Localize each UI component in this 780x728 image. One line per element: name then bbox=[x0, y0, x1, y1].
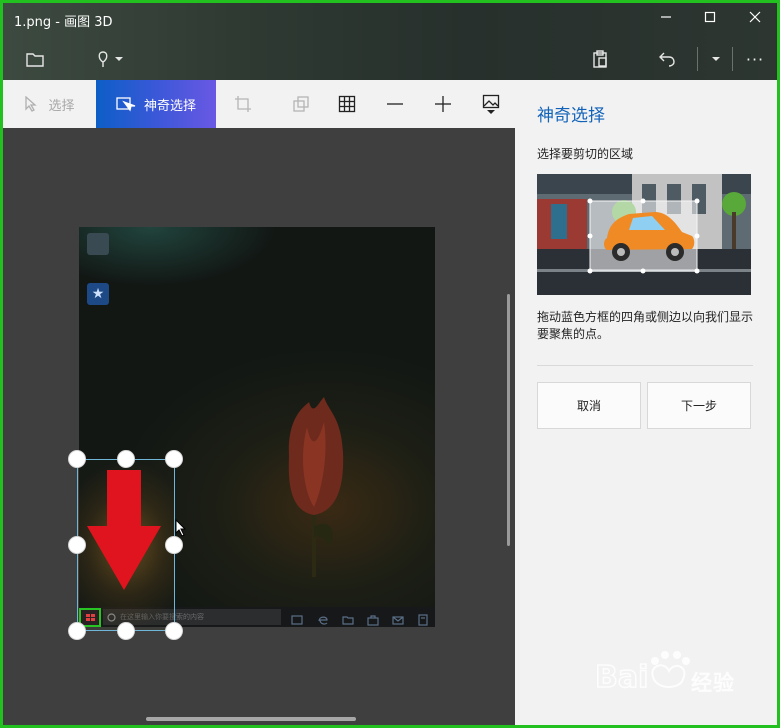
resize-handle-bottom-right[interactable] bbox=[165, 622, 183, 640]
magic-select-icon bbox=[116, 97, 136, 112]
resize-handle-right[interactable] bbox=[165, 536, 183, 554]
panel-subtitle: 选择要剪切的区域 bbox=[537, 147, 634, 161]
undo-icon bbox=[659, 52, 675, 67]
select-tool-label: 选择 bbox=[48, 98, 75, 114]
svg-text:Bai: Bai bbox=[595, 660, 648, 695]
mouse-cursor-icon bbox=[175, 519, 187, 537]
more-button[interactable]: ··· bbox=[741, 43, 769, 75]
3d-view-icon bbox=[293, 96, 309, 112]
resize-handle-top-left[interactable] bbox=[68, 450, 86, 468]
maximize-button[interactable] bbox=[698, 7, 722, 31]
divider bbox=[537, 365, 753, 366]
zoom-out-icon bbox=[387, 103, 403, 105]
store-icon bbox=[367, 611, 379, 626]
maximize-icon bbox=[704, 11, 716, 23]
zoom-out-button[interactable] bbox=[381, 80, 409, 128]
explorer-icon bbox=[342, 611, 354, 625]
side-panel: 神奇选择 选择要剪切的区域 拖动蓝色方框的四角或侧边以向我们显示要聚焦的点。 取… bbox=[515, 80, 777, 725]
edge-icon bbox=[317, 611, 329, 625]
preview-illustration bbox=[537, 174, 751, 295]
pin-icon bbox=[98, 51, 108, 67]
resize-handle-bottom-left[interactable] bbox=[68, 622, 86, 640]
image-glow bbox=[79, 227, 435, 347]
magic-select-tool-label: 神奇选择 bbox=[143, 98, 196, 114]
paste-button[interactable] bbox=[586, 43, 614, 75]
paste-icon bbox=[593, 50, 607, 68]
undo-button[interactable] bbox=[653, 43, 681, 75]
grid-button[interactable] bbox=[333, 80, 361, 128]
chevron-down-icon bbox=[487, 109, 495, 114]
zoom-in-icon bbox=[435, 96, 451, 112]
red-arrow-annotation bbox=[87, 470, 161, 590]
window-title: 1.png - 画图 3D bbox=[14, 15, 113, 30]
flower-image bbox=[288, 397, 344, 577]
minimize-button[interactable] bbox=[654, 7, 678, 31]
divider bbox=[697, 47, 698, 71]
task-view-icon bbox=[291, 611, 303, 625]
horizontal-scrollbar[interactable] bbox=[146, 717, 356, 721]
chevron-down-icon bbox=[115, 57, 123, 61]
folder-icon bbox=[26, 53, 44, 67]
resize-handle-left[interactable] bbox=[68, 536, 86, 554]
resize-handle-bottom[interactable] bbox=[117, 622, 135, 640]
canvas-area[interactable]: ★ 在这里输入你要搜索的内容 bbox=[3, 128, 515, 725]
open-menu-button[interactable] bbox=[21, 43, 49, 75]
close-icon bbox=[749, 11, 761, 23]
chevron-down-icon bbox=[712, 57, 720, 61]
zoom-in-button[interactable] bbox=[429, 80, 457, 128]
image-settings-button[interactable] bbox=[477, 80, 505, 128]
desktop-icon bbox=[87, 233, 109, 255]
history-dropdown-button[interactable] bbox=[705, 43, 727, 75]
next-button[interactable]: 下一步 bbox=[647, 382, 751, 429]
crop-icon bbox=[235, 96, 251, 112]
mail-icon bbox=[392, 611, 404, 625]
calculator-icon bbox=[417, 611, 429, 626]
cancel-button[interactable]: 取消 bbox=[537, 382, 641, 429]
image-settings-icon bbox=[482, 94, 500, 108]
vertical-scrollbar[interactable] bbox=[507, 294, 510, 546]
star-icon: ★ bbox=[87, 283, 109, 305]
panel-description: 拖动蓝色方框的四角或侧边以向我们显示要聚焦的点。 bbox=[537, 310, 754, 341]
app-window: 1.png - 画图 3D ··· 选择 神奇选择 ★ 神奇选择 选择要剪切的区… bbox=[0, 0, 780, 728]
crop-tool-button[interactable] bbox=[229, 80, 257, 128]
windows-logo-icon bbox=[86, 614, 95, 621]
3d-view-button[interactable] bbox=[287, 80, 315, 128]
title-bar: 1.png - 画图 3D ··· bbox=[3, 3, 777, 83]
close-button[interactable] bbox=[743, 7, 767, 31]
resize-handle-top-right[interactable] bbox=[165, 450, 183, 468]
grid-icon bbox=[338, 95, 356, 113]
more-icon: ··· bbox=[745, 49, 765, 69]
divider bbox=[732, 47, 733, 71]
panel-title: 神奇选择 bbox=[537, 106, 605, 126]
select-tool-button[interactable]: 选择 bbox=[3, 80, 96, 128]
watermark-text: 经验 bbox=[691, 671, 735, 695]
resize-handle-top[interactable] bbox=[117, 450, 135, 468]
stickers-button[interactable] bbox=[91, 43, 129, 75]
magic-select-tool-button[interactable]: 神奇选择 bbox=[96, 80, 216, 128]
toolbar: 选择 神奇选择 bbox=[3, 80, 515, 128]
minimize-icon bbox=[661, 16, 671, 18]
select-icon bbox=[25, 96, 38, 112]
